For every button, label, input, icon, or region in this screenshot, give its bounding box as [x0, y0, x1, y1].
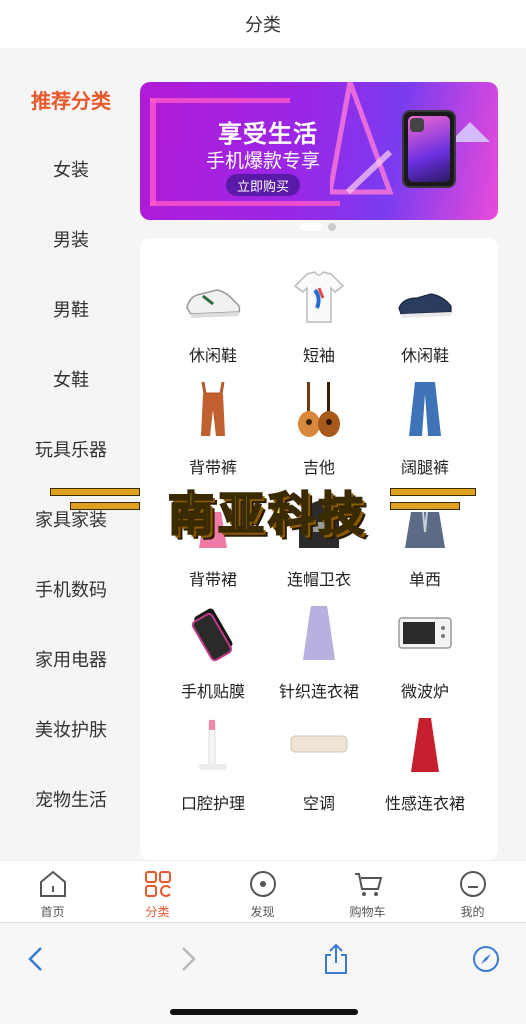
- product-item[interactable]: 休闲鞋: [370, 238, 480, 365]
- product-item[interactable]: 短袖: [264, 238, 374, 365]
- red-dress-icon: [411, 718, 439, 772]
- sidebar-item-mens-shoes[interactable]: 男鞋: [0, 274, 142, 344]
- sidebar-item-womens-shoes[interactable]: 女鞋: [0, 344, 142, 414]
- product-item[interactable]: [158, 798, 268, 860]
- browser-toolbar: [0, 922, 526, 1024]
- tab-label: 购物车: [349, 905, 386, 919]
- page-title: 分类: [245, 15, 281, 36]
- sidebar-item-beauty[interactable]: 美妆护肤: [0, 694, 142, 764]
- tab-cart[interactable]: 购物车: [315, 861, 420, 923]
- phone-case-icon: [395, 828, 455, 860]
- share-icon: [325, 943, 347, 974]
- toothbrush-icon: [199, 719, 227, 770]
- banner-subline: 手机爆款专享: [205, 150, 320, 172]
- sidebar-item-furniture[interactable]: 家具家装: [0, 484, 142, 554]
- product-item[interactable]: [264, 798, 374, 860]
- product-item[interactable]: 手机贴膜: [158, 574, 268, 701]
- air-conditioner-icon: [290, 735, 348, 753]
- product-item[interactable]: 背带裤: [158, 350, 268, 477]
- banner-decor: [150, 98, 156, 206]
- tab-profile[interactable]: 我的: [420, 861, 525, 923]
- tab-home[interactable]: 首页: [0, 861, 105, 923]
- chevron-right-icon: [182, 947, 196, 971]
- product-item[interactable]: 单西: [370, 462, 480, 589]
- page-title-bar: 分类: [0, 0, 526, 48]
- sidebar-item-appliances[interactable]: 家用电器: [0, 624, 142, 694]
- promo-banner[interactable]: 享受生活 手机爆款专享 立即购买: [140, 82, 498, 220]
- compass-icon: [473, 946, 499, 972]
- category-icon: [145, 871, 171, 897]
- tab-discover[interactable]: 发现: [210, 861, 315, 923]
- banner-decor: [150, 98, 290, 103]
- product-item[interactable]: 微波炉: [370, 574, 480, 701]
- share-button[interactable]: [316, 939, 356, 979]
- sidebar-item-mens-clothing[interactable]: 男装: [0, 204, 142, 274]
- product-item[interactable]: 吉他: [264, 350, 374, 477]
- home-indicator: [170, 1009, 358, 1015]
- tab-label: 分类: [145, 905, 170, 919]
- tab-label: 首页: [40, 905, 65, 919]
- overalls-icon: [201, 381, 225, 436]
- banner-decor: [150, 201, 340, 206]
- sneaker-white-icon: [186, 289, 241, 318]
- product-grid: 休闲鞋 短袖 休闲鞋 背带裤 吉他 阔腿裤 背带裙 连帽卫衣 单西 手机贴膜 针…: [140, 238, 498, 860]
- product-item[interactable]: 针织连衣裙: [264, 574, 374, 701]
- banner-headline: 享受生活: [218, 120, 318, 148]
- sidebar-item-recommended[interactable]: 推荐分类: [0, 64, 142, 134]
- product-item[interactable]: 背带裙: [158, 462, 268, 589]
- microwave-icon: [398, 617, 452, 649]
- carousel-dot: [328, 223, 336, 231]
- bottom-tab-bar: 首页 分类 发现 购物车 我的: [0, 860, 526, 922]
- product-item[interactable]: 口腔护理: [158, 686, 268, 813]
- product-item[interactable]: 空调: [264, 686, 374, 813]
- product-item[interactable]: 连帽卫衣: [264, 462, 374, 589]
- forward-button[interactable]: [168, 939, 208, 979]
- white-shoes-icon: [183, 828, 243, 860]
- sidebar-item-pet[interactable]: 宠物生活: [0, 764, 142, 834]
- hoodie-icon: [299, 501, 339, 548]
- pinafore-dress-icon: [199, 512, 227, 548]
- tab-label: 发现: [250, 905, 275, 919]
- product-item[interactable]: [370, 798, 480, 860]
- jacket-icon: [289, 828, 349, 860]
- carousel-dot: [300, 223, 322, 231]
- loafer-navy-icon: [398, 293, 452, 318]
- product-item[interactable]: 性感连衣裙: [370, 686, 480, 813]
- sidebar-item-toys-instruments[interactable]: 玩具乐器: [0, 414, 142, 484]
- profile-icon: [460, 871, 486, 897]
- safari-button[interactable]: [466, 939, 506, 979]
- tshirt-icon: [293, 271, 345, 323]
- blazer-icon: [405, 511, 445, 548]
- home-icon: [40, 870, 66, 897]
- tab-label: 我的: [460, 905, 485, 919]
- product-item[interactable]: 阔腿裤: [370, 350, 480, 477]
- guitar-icon: [298, 382, 340, 437]
- tab-category[interactable]: 分类: [105, 861, 210, 923]
- wide-pants-icon: [409, 382, 441, 436]
- carousel-indicator: [300, 223, 336, 231]
- phone-image: [402, 110, 456, 188]
- chevron-left-icon: [28, 947, 42, 971]
- knit-dress-icon: [303, 606, 335, 660]
- sidebar-item-phones-digital[interactable]: 手机数码: [0, 554, 142, 624]
- category-sidebar: 推荐分类 女装 男装 男鞋 女鞋 玩具乐器 家具家装 手机数码 家用电器 美妆护…: [0, 48, 142, 860]
- sidebar-item-womens-clothing[interactable]: 女装: [0, 134, 142, 204]
- screen-protector-icon: [191, 608, 233, 662]
- cart-icon: [355, 873, 383, 896]
- back-button[interactable]: [16, 939, 56, 979]
- buy-now-button[interactable]: 立即购买: [226, 174, 300, 196]
- product-item[interactable]: 休闲鞋: [158, 238, 268, 365]
- discover-icon: [250, 871, 276, 897]
